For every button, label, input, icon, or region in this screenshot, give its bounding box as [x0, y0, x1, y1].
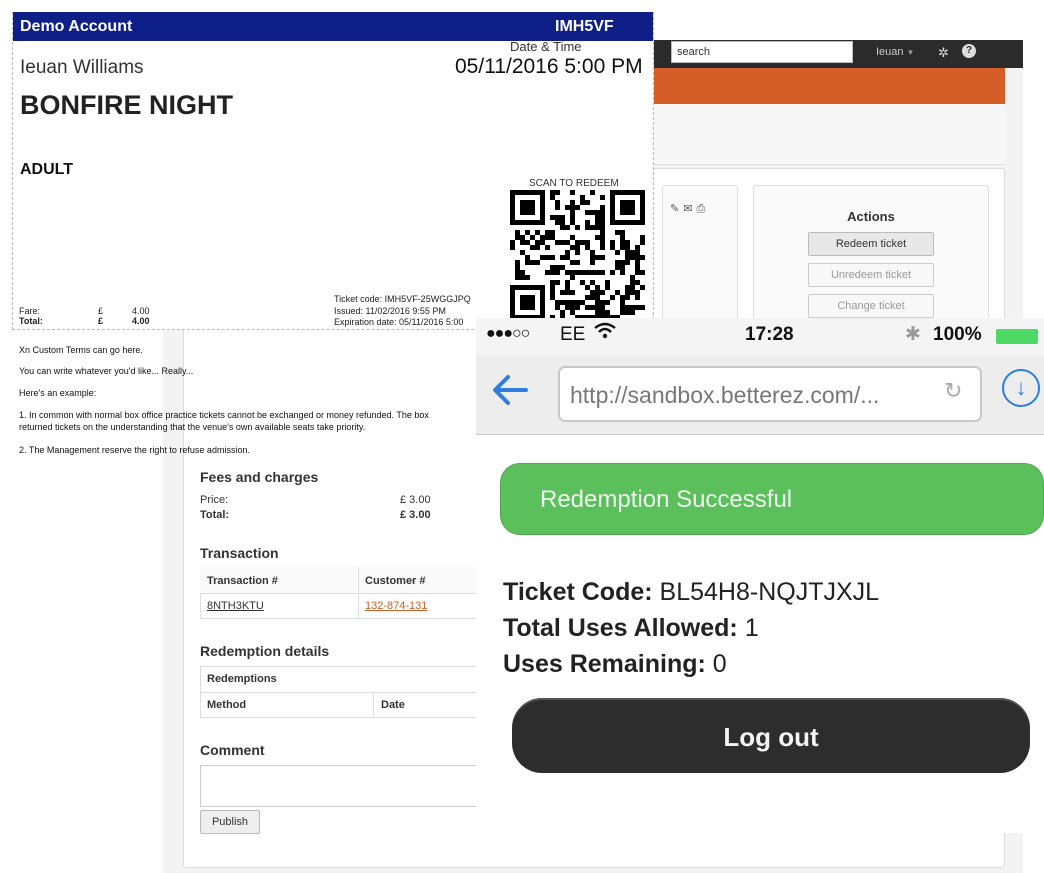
redeem-ticket-button[interactable]: Redeem ticket: [808, 232, 934, 256]
uses-allowed-value: 1: [744, 614, 759, 642]
fare-total-value: 4.00: [132, 316, 150, 326]
uses-allowed-label: Total Uses Allowed:: [503, 614, 738, 642]
terms-line: 1. In common with normal box office prac…: [19, 410, 429, 420]
signal-strength: ●●●○○: [486, 325, 530, 342]
print-icon[interactable]: ⎙: [696, 203, 709, 215]
fees-title: Fees and charges: [200, 469, 319, 485]
comment-textarea[interactable]: [200, 765, 480, 807]
download-icon[interactable]: ↓: [1002, 369, 1040, 407]
price-label: Price:: [200, 494, 229, 506]
fare-value: 4.00: [132, 306, 150, 316]
terms-line: 2. The Management reserve the right to r…: [19, 445, 250, 455]
terms-line: Xn Custom Terms can go here.: [19, 345, 143, 355]
url-bar[interactable]: http://sandbox.betterez.com/...: [558, 366, 982, 422]
user-name: Ieuan: [876, 46, 904, 58]
terms-line: returned tickets on the understanding th…: [19, 422, 366, 432]
carrier-name: EE: [560, 324, 586, 345]
fare-currency: £: [98, 306, 104, 316]
customer-number-header: Customer #: [365, 575, 426, 587]
search-input[interactable]: search: [671, 41, 853, 63]
ticket-tools: ✎✉⎙: [670, 202, 709, 216]
battery-icon: [996, 329, 1038, 344]
price-value: £ 3.00: [400, 494, 431, 506]
uses-remaining-label: Uses Remaining:: [503, 650, 706, 678]
edit-icon[interactable]: ✎: [670, 203, 683, 215]
ticket-code-row: Ticket Code: BL54H8-NQJTJXJL: [503, 578, 879, 607]
publish-button[interactable]: Publish: [200, 810, 260, 834]
fare-label: Fare:: [19, 306, 41, 316]
actions-title: Actions: [847, 209, 895, 224]
unredeem-ticket-button[interactable]: Unredeem ticket: [808, 263, 934, 287]
success-message: Redemption Successful: [540, 486, 793, 513]
transaction-title: Transaction: [200, 545, 279, 561]
comment-title: Comment: [200, 742, 265, 758]
date-time-label: Date & Time: [510, 39, 582, 54]
email-icon[interactable]: ✉: [683, 203, 696, 215]
issued-line: Issued: 11/02/2016 9:55 PM: [334, 306, 446, 316]
uses-remaining-value: 0: [712, 650, 727, 678]
scan-label: SCAN TO REDEEM: [529, 178, 619, 189]
uses-allowed-row: Total Uses Allowed: 1: [503, 614, 759, 643]
customer-name: Ieuan Williams: [20, 57, 144, 78]
back-arrow-icon[interactable]: [490, 372, 530, 417]
customer-number-link[interactable]: 132-874-131: [365, 600, 427, 612]
terms-line: You can write whatever you'd like... Rea…: [19, 366, 194, 376]
qr-code: [510, 190, 645, 320]
ticket-type: ADULT: [20, 161, 74, 178]
status-time: 17:28: [745, 324, 794, 345]
wifi-icon: [594, 322, 616, 346]
account-name: Demo Account: [20, 18, 133, 35]
ticket-reference: IMH5VF: [555, 18, 614, 35]
fare-total-label: Total:: [19, 316, 43, 326]
fare-total-currency: £: [98, 316, 104, 326]
bluetooth-icon: ✱: [905, 324, 921, 345]
ticket-code-line: Ticket code: IMH5VF-25WGGJPQ: [334, 294, 471, 304]
ticket-code-label: Ticket Code:: [503, 578, 653, 606]
logout-label: Log out: [723, 722, 819, 752]
reload-icon[interactable]: ↻: [944, 378, 962, 404]
transaction-number-header: Transaction #: [207, 575, 278, 587]
redemption-details-title: Redemption details: [200, 643, 330, 659]
table-divider: [373, 692, 374, 718]
change-ticket-button[interactable]: Change ticket: [808, 294, 934, 318]
battery-percentage: 100%: [933, 324, 982, 345]
method-column-header: Method: [207, 699, 247, 711]
chevron-down-icon: ▼: [906, 48, 915, 57]
table-divider: [200, 692, 480, 693]
redemptions-header: Redemptions: [207, 673, 277, 685]
total-label: Total:: [200, 509, 230, 521]
table-divider: [358, 567, 359, 619]
date-column-header: Date: [381, 699, 405, 711]
transaction-number-link[interactable]: 8NTH3KTU: [207, 600, 264, 612]
date-time-value: 05/11/2016 5:00 PM: [455, 55, 643, 78]
gear-icon[interactable]: ✲: [938, 45, 949, 61]
user-menu[interactable]: Ieuan ▼: [876, 46, 914, 58]
expiration-line: Expiration date: 05/11/2016 5:00: [334, 317, 464, 327]
event-name: BONFIRE NIGHT: [20, 90, 233, 120]
ticket-code-value: BL54H8-NQJTJXJL: [659, 578, 880, 606]
terms-line: Here's an example:: [19, 388, 97, 398]
total-value: £ 3.00: [400, 509, 431, 521]
help-icon[interactable]: ?: [962, 44, 976, 58]
uses-remaining-row: Uses Remaining: 0: [503, 650, 727, 679]
